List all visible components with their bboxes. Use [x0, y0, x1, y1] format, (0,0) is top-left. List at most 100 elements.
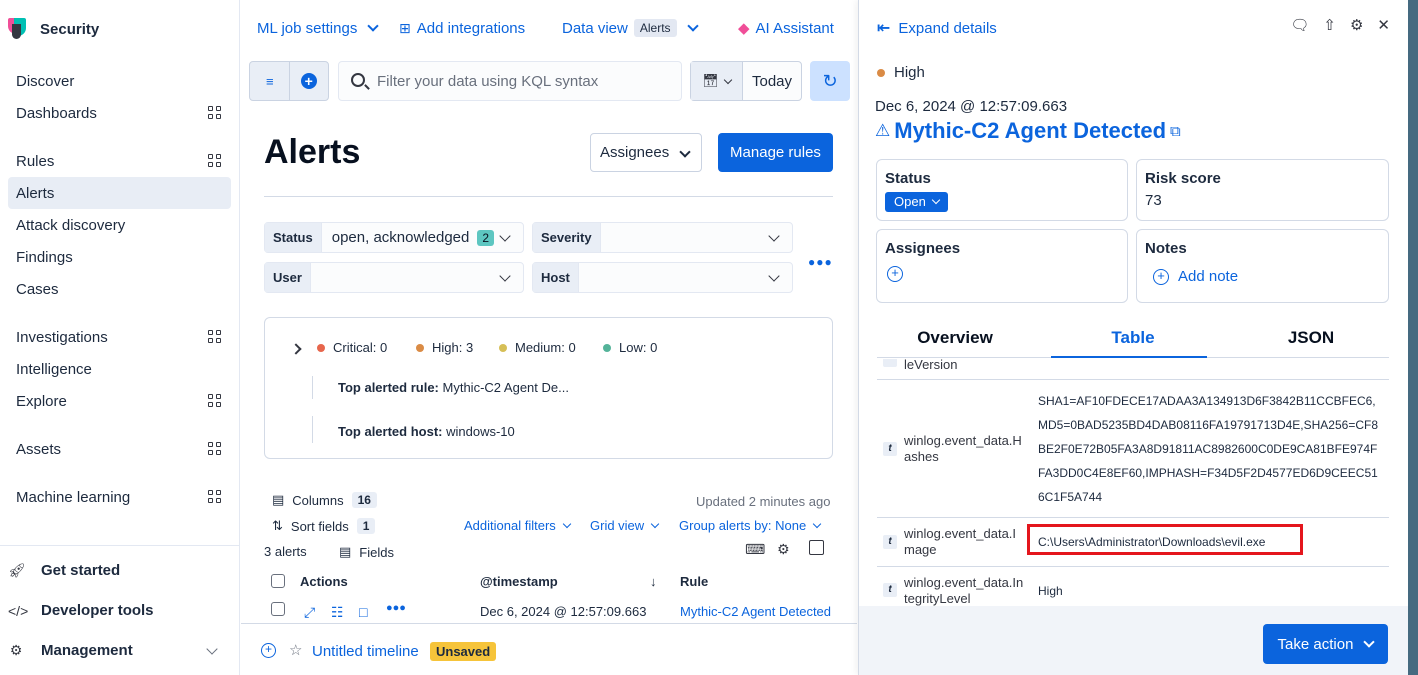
- column-header-actions[interactable]: Actions: [300, 574, 348, 589]
- chat-icon[interactable]: 🗨︎: [1290, 16, 1309, 34]
- more-actions-icon[interactable]: ●●●: [386, 602, 406, 614]
- risk-score-card: Risk score 73: [1136, 159, 1389, 221]
- sidebar-item-explore[interactable]: Explore: [8, 385, 231, 417]
- assignees-button[interactable]: Assignees: [590, 133, 702, 172]
- group-alerts-button[interactable]: Group alerts by: None: [679, 518, 822, 533]
- row-checkbox[interactable]: [271, 602, 285, 616]
- tab-json[interactable]: JSON: [1233, 328, 1389, 348]
- chevron-down-icon[interactable]: [206, 643, 218, 655]
- data-view-picker[interactable]: Data view Alerts: [562, 19, 701, 37]
- gear-icon[interactable]: ⚙: [1350, 16, 1363, 34]
- critical-dot-icon: [317, 343, 325, 352]
- column-header-rule[interactable]: Rule: [680, 574, 708, 589]
- sidebar-item-cases[interactable]: Cases: [8, 273, 231, 305]
- sidebar-item-investigations[interactable]: Investigations: [8, 321, 231, 353]
- add-integrations-button[interactable]: ⊞ Add integrations: [399, 20, 525, 37]
- top-alerted-rule-value[interactable]: Mythic-C2 Agent De...: [443, 380, 569, 395]
- status-dropdown[interactable]: Open: [885, 192, 948, 212]
- alert-title-link[interactable]: ⚠ Mythic-C2 Agent Detected ⧉: [875, 118, 1181, 144]
- close-icon[interactable]: ✕: [1377, 16, 1390, 34]
- expand-icon[interactable]: ⤢: [304, 604, 315, 621]
- sidebar-item-label: Attack discovery: [16, 216, 126, 234]
- sort-desc-icon[interactable]: ↓: [650, 574, 657, 589]
- apps-grid-icon[interactable]: [208, 154, 221, 167]
- column-header-timestamp[interactable]: @timestamp: [480, 574, 558, 589]
- header-divider: [264, 196, 833, 197]
- row-rule-link[interactable]: Mythic-C2 Agent Detected: [680, 604, 833, 619]
- sidebar-item-findings[interactable]: Findings: [8, 241, 231, 273]
- ml-job-settings-button[interactable]: ML job settings: [257, 20, 381, 37]
- sidebar-item-machine-learning[interactable]: Machine learning: [8, 481, 231, 513]
- calendar-icon[interactable]: 📅︎: [691, 62, 743, 100]
- severity-medium[interactable]: Medium: 0: [499, 340, 576, 355]
- sidebar-item-developer-tools[interactable]: </> Developer tools: [8, 602, 154, 619]
- display-settings-icon[interactable]: ⚙: [777, 541, 790, 558]
- list-icon: ▤: [339, 544, 352, 559]
- high-dot-icon: [416, 343, 424, 352]
- status-filter[interactable]: Status open, acknowledged 2: [264, 222, 524, 253]
- apps-grid-icon[interactable]: [208, 442, 221, 455]
- expand-details-button[interactable]: ⇤ Expand details: [877, 18, 997, 38]
- plus-icon: +: [1153, 268, 1169, 285]
- sidebar-item-label: Cases: [16, 280, 59, 298]
- sidebar-item-rules[interactable]: Rules: [8, 145, 231, 177]
- keyboard-icon[interactable]: ⌨: [745, 541, 765, 558]
- assignees-card: Assignees +: [876, 229, 1128, 303]
- ai-assistant-button[interactable]: ◆ AI Assistant: [738, 19, 834, 38]
- add-filter-button[interactable]: +: [290, 62, 329, 100]
- severity-high[interactable]: High: 3: [416, 340, 473, 355]
- add-note-button[interactable]: + Add note: [1153, 268, 1238, 285]
- comment-icon[interactable]: □: [359, 604, 367, 620]
- take-action-button[interactable]: Take action: [1263, 624, 1388, 664]
- sidebar-divider: [0, 545, 239, 546]
- add-assignee-icon[interactable]: +: [887, 266, 903, 282]
- host-filter[interactable]: Host: [532, 262, 793, 293]
- fullscreen-icon[interactable]: [809, 540, 824, 555]
- severity-low[interactable]: Low: 0: [603, 340, 657, 355]
- more-filters-icon[interactable]: ●●●: [808, 255, 833, 269]
- filter-menu-button[interactable]: ≡: [250, 62, 290, 100]
- date-picker[interactable]: 📅︎ Today: [690, 61, 802, 101]
- select-all-checkbox[interactable]: [271, 574, 285, 588]
- additional-filters-button[interactable]: Additional filters: [464, 518, 572, 533]
- brand[interactable]: Security: [8, 18, 99, 40]
- timeline-title[interactable]: Untitled timeline: [312, 643, 419, 660]
- tab-table[interactable]: Table: [1055, 328, 1211, 348]
- sort-fields-button[interactable]: ⇅ Sort fields 1: [272, 518, 376, 534]
- sidebar-item-assets[interactable]: Assets: [8, 433, 231, 465]
- chevron-right-icon[interactable]: [290, 343, 302, 355]
- apps-grid-icon[interactable]: [208, 330, 221, 343]
- sidebar-item-alerts[interactable]: Alerts: [8, 177, 231, 209]
- sidebar-item-label: Intelligence: [16, 360, 92, 378]
- apps-grid-icon[interactable]: [208, 490, 221, 503]
- star-icon[interactable]: ☆: [289, 641, 302, 659]
- field-type-icon: t: [883, 442, 897, 456]
- fields-button[interactable]: ▤ Fields: [339, 544, 394, 560]
- apps-grid-icon[interactable]: [208, 394, 221, 407]
- tab-overview[interactable]: Overview: [877, 328, 1033, 348]
- top-alerted-host-value[interactable]: windows-10: [446, 424, 515, 439]
- sidebar-item-dashboards[interactable]: Dashboards: [8, 97, 231, 129]
- share-icon[interactable]: ⇧: [1323, 16, 1336, 34]
- row-timestamp: Dec 6, 2024 @ 12:57:09.663: [480, 604, 647, 619]
- refresh-button[interactable]: ↻: [810, 61, 850, 101]
- kql-search-input[interactable]: Filter your data using KQL syntax: [338, 61, 682, 101]
- sidebar-item-attack-discovery[interactable]: Attack discovery: [8, 209, 231, 241]
- sidebar-item-get-started[interactable]: 🚀︎ Get started: [8, 562, 120, 579]
- apps-grid-icon[interactable]: [208, 106, 221, 119]
- severity-filter[interactable]: Severity: [532, 222, 793, 253]
- sidebar-item-management[interactable]: ⚙ Management: [8, 642, 133, 659]
- manage-rules-button[interactable]: Manage rules: [718, 133, 833, 172]
- user-filter[interactable]: User: [264, 262, 524, 293]
- notes-title: Notes: [1145, 240, 1187, 257]
- add-timeline-icon[interactable]: +: [261, 643, 276, 658]
- sidebar-item-intelligence[interactable]: Intelligence: [8, 353, 231, 385]
- grid-view-button[interactable]: Grid view: [590, 518, 660, 533]
- analyze-graph-icon[interactable]: ☷: [331, 604, 344, 621]
- assignees-title: Assignees: [885, 240, 961, 257]
- severity-critical[interactable]: Critical: 0: [317, 340, 387, 355]
- background-window-edge: [1408, 0, 1418, 675]
- columns-button[interactable]: ▤ Columns 16: [272, 492, 377, 508]
- sidebar-item-discover[interactable]: Discover: [8, 65, 231, 97]
- date-range-label[interactable]: Today: [743, 62, 801, 100]
